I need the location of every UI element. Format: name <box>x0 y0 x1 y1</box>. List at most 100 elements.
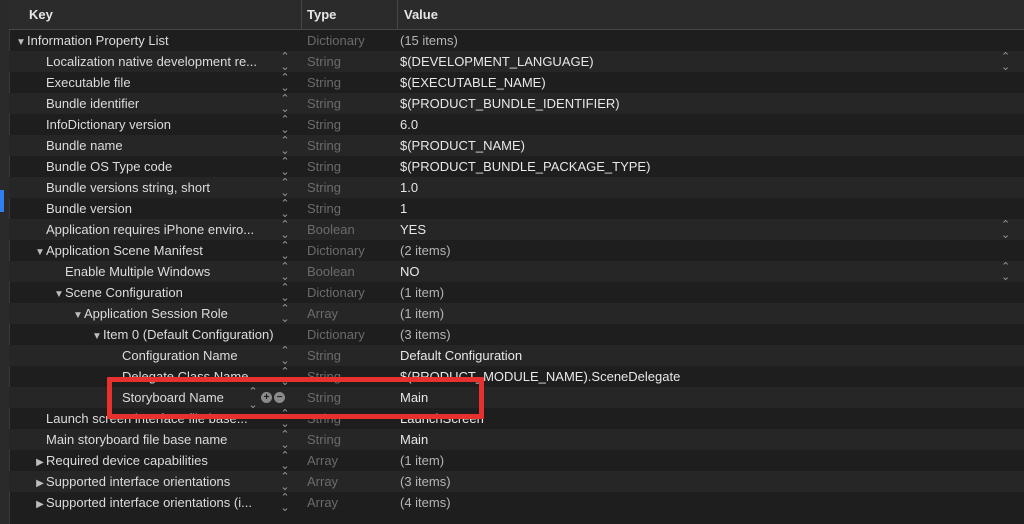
row-key[interactable]: ▶ Required device capabilities <box>9 453 304 468</box>
plist-row[interactable]: ▼Localization native development re...⌃⌄… <box>9 51 1024 72</box>
row-key[interactable]: ▼Localization native development re... <box>9 54 304 69</box>
row-type[interactable]: String <box>307 54 341 69</box>
key-stepper-icon[interactable]: ⌃ ⌄ <box>279 72 291 93</box>
column-header-value[interactable]: Value <box>398 7 438 22</box>
row-value[interactable]: NO <box>400 264 420 279</box>
row-key[interactable]: ▼Application requires iPhone enviro... <box>9 222 304 237</box>
key-stepper-icon[interactable]: ⌃ ⌄ <box>279 135 291 156</box>
row-value[interactable]: $(PRODUCT_BUNDLE_IDENTIFIER) <box>400 96 620 111</box>
plist-row[interactable]: ▼Application Session Role ⌃ ⌄ Array (1 item) <box>9 303 1024 324</box>
plist-row[interactable]: ▼Item 0 (Default Configuration) Dictionar… <box>9 324 1024 345</box>
key-stepper-icon[interactable]: ⌃ ⌄ <box>279 93 291 114</box>
row-key[interactable]: ▼Bundle OS Type code <box>9 159 304 174</box>
disclosure-expanded-icon[interactable]: ▼ <box>53 289 65 300</box>
row-value[interactable]: YES <box>400 222 426 237</box>
row-type[interactable]: Boolean <box>307 264 355 279</box>
column-header-key[interactable]: Key <box>9 0 302 29</box>
key-stepper-icon[interactable]: ⌃ ⌄ <box>279 177 291 198</box>
key-stepper-icon[interactable]: ⌃ ⌄ <box>279 198 291 219</box>
row-value[interactable]: Main <box>400 432 428 447</box>
row-type[interactable]: String <box>307 117 341 132</box>
plist-row[interactable]: ▼Application requires iPhone enviro...⌃⌄… <box>9 219 1024 240</box>
disclosure-collapsed-icon[interactable]: ▶ <box>34 499 46 510</box>
disclosure-expanded-icon[interactable]: ▼ <box>34 247 46 258</box>
key-stepper-icon[interactable]: ⌃ ⌄ <box>279 114 291 135</box>
key-stepper-icon[interactable]: ⌃ ⌄ <box>279 282 291 303</box>
column-header-type[interactable]: Type <box>302 0 398 29</box>
row-type[interactable]: Dictionary <box>307 327 365 342</box>
key-stepper-icon[interactable]: ⌃ ⌄ <box>279 261 291 282</box>
disclosure-expanded-icon[interactable]: ▼ <box>15 37 27 48</box>
plist-row[interactable]: ▼Application Scene Manifest ⌃ ⌄ Dictionary(… <box>9 240 1024 261</box>
row-type[interactable]: Array <box>307 495 338 510</box>
row-type[interactable]: Array <box>307 474 338 489</box>
row-key[interactable]: ▼Executable file <box>9 75 304 90</box>
disclosure-expanded-icon[interactable]: ▼ <box>91 331 103 342</box>
plist-row[interactable]: ▼Bundle version⌃⌄ String 1 <box>9 198 1024 219</box>
row-value[interactable]: $(PRODUCT_NAME) <box>400 138 525 153</box>
row-key[interactable]: ▼Bundle name <box>9 138 304 153</box>
plist-row[interactable]: ▼Enable Multiple Windows⌃⌄BooleanNO⌃⌄ <box>9 261 1024 282</box>
row-type[interactable]: String <box>307 180 341 195</box>
plist-row[interactable]: ▼Bundle name⌃⌄ String $(PRODUCT_NAME) <box>9 135 1024 156</box>
row-type[interactable]: String <box>307 159 341 174</box>
plist-row[interactable]: ▶ Required device capabilities ⌃ ⌄ Array (1 i… <box>9 450 1024 471</box>
row-value[interactable]: 1.0 <box>400 180 418 195</box>
row-value[interactable]: $(DEVELOPMENT_LANGUAGE) <box>400 54 594 69</box>
row-key[interactable]: ▶ Supported interface orientations (i... <box>9 495 304 510</box>
row-key[interactable]: ▼Enable Multiple Windows <box>9 264 323 279</box>
row-key[interactable]: ▼InfoDictionary version <box>9 117 304 132</box>
plist-row[interactable]: ▼Information Property List Dictionary (15 … <box>9 30 1024 51</box>
row-type[interactable]: String <box>307 75 341 90</box>
row-type[interactable]: Array <box>307 306 338 321</box>
key-stepper-icon[interactable]: ⌃ ⌄ <box>279 492 291 513</box>
plist-row[interactable]: ▶ Supported interface orientations (i... ⌃… <box>9 492 1024 513</box>
plist-row[interactable]: ▼Configuration Name⌃⌄StringDefault Confi… <box>9 345 1024 366</box>
row-type[interactable]: String <box>307 138 341 153</box>
row-value[interactable]: $(PRODUCT_BUNDLE_PACKAGE_TYPE) <box>400 159 650 174</box>
plist-row[interactable]: ▼Scene Configuration ⌃ ⌄ Dictionary (1 item) <box>9 282 1024 303</box>
row-type[interactable]: String <box>307 201 341 216</box>
key-stepper-icon[interactable]: ⌃ ⌄ <box>279 156 291 177</box>
row-type[interactable]: String <box>307 348 341 363</box>
plist-row[interactable]: ▼InfoDictionary version⌃⌄ String 6.0 <box>9 114 1024 135</box>
row-key[interactable]: ▼Application Session Role <box>9 306 342 321</box>
row-key[interactable]: ▼Bundle identifier <box>9 96 304 111</box>
row-key[interactable]: ▼Application Scene Manifest <box>9 243 304 258</box>
row-value[interactable]: 1 <box>400 201 407 216</box>
plist-row[interactable]: ▼Bundle versions string, short⌃⌄ String 1.… <box>9 177 1024 198</box>
plist-row[interactable]: ▼Bundle identifier⌃⌄ String $(PRODUCT_BUND… <box>9 93 1024 114</box>
key-stepper-icon[interactable]: ⌃ ⌄ <box>279 345 291 366</box>
key-stepper-icon[interactable]: ⌃ ⌄ <box>279 51 291 72</box>
plist-row[interactable]: ▼Executable file⌃⌄ String $(EXECUTABLE_NAM… <box>9 72 1024 93</box>
row-key[interactable]: ▼Scene Configuration <box>9 285 323 300</box>
row-value[interactable]: $(EXECUTABLE_NAME) <box>400 75 546 90</box>
value-popup-icon[interactable]: ⌃ ⌄ <box>1001 261 1010 282</box>
value-popup-icon[interactable]: ⌃ ⌄ <box>1001 219 1010 240</box>
key-stepper-icon[interactable]: ⌃ ⌄ <box>279 303 291 324</box>
disclosure-expanded-icon[interactable]: ▼ <box>72 310 84 321</box>
row-key[interactable]: ▼Main storyboard file base name <box>9 432 304 447</box>
disclosure-collapsed-icon[interactable]: ▶ <box>34 457 46 468</box>
value-popup-icon[interactable]: ⌃ ⌄ <box>1001 51 1010 72</box>
row-key[interactable]: ▼Bundle version <box>9 201 304 216</box>
key-stepper-icon[interactable]: ⌃ ⌄ <box>279 471 291 492</box>
row-key[interactable]: ▼Bundle versions string, short <box>9 180 304 195</box>
row-type[interactable]: String <box>307 432 341 447</box>
key-stepper-icon[interactable]: ⌃ ⌄ <box>279 429 291 450</box>
row-key[interactable]: ▶ Supported interface orientations <box>9 474 304 489</box>
row-type[interactable]: Dictionary <box>307 285 365 300</box>
plist-row[interactable]: ▼Main storyboard file base name⌃⌄ String M… <box>9 429 1024 450</box>
key-stepper-icon[interactable]: ⌃ ⌄ <box>279 450 291 471</box>
row-value[interactable]: Default Configuration <box>400 348 522 363</box>
disclosure-collapsed-icon[interactable]: ▶ <box>34 478 46 489</box>
plist-row[interactable]: ▼Bundle OS Type code⌃⌄ String $(PRODUCT_BU… <box>9 156 1024 177</box>
key-stepper-icon[interactable]: ⌃ ⌄ <box>279 219 291 240</box>
row-type[interactable]: Dictionary <box>307 33 365 48</box>
row-type[interactable]: Dictionary <box>307 243 365 258</box>
row-key[interactable]: ▼Information Property List <box>9 33 285 48</box>
row-type[interactable]: String <box>307 96 341 111</box>
key-stepper-icon[interactable]: ⌃ ⌄ <box>279 240 291 261</box>
row-value[interactable]: 6.0 <box>400 117 418 132</box>
row-type[interactable]: Boolean <box>307 222 355 237</box>
